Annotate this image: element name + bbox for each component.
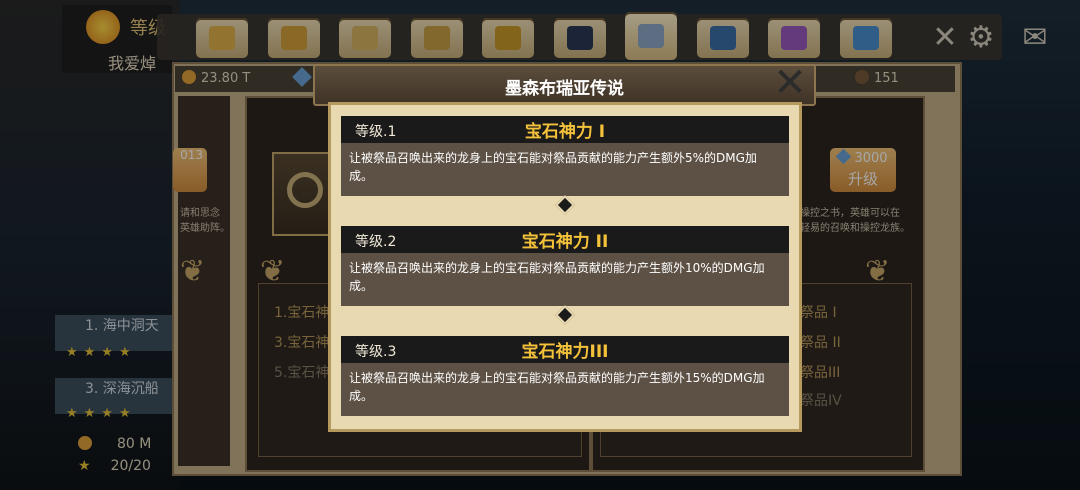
skill-entry-1: 等级.1 宝石神力 I 让被祭品召唤出来的龙身上的宝石能对祭品贡献的能力产生额外… bbox=[341, 116, 789, 196]
separator-arrow-icon bbox=[555, 305, 575, 325]
dialog-title: 墨森布瑞亚传说 bbox=[505, 79, 624, 99]
skill-description: 让被祭品召唤出来的龙身上的宝石能对祭品贡献的能力产生额外15%的DMG加成。 bbox=[349, 371, 765, 403]
dialog-close-button[interactable]: ✕ bbox=[772, 63, 808, 103]
skill-description: 让被祭品召唤出来的龙身上的宝石能对祭品贡献的能力产生额外10%的DMG加成。 bbox=[349, 261, 765, 293]
skill-entry-2: 等级.2 宝石神力 II 让被祭品召唤出来的龙身上的宝石能对祭品贡献的能力产生额… bbox=[341, 226, 789, 306]
skill-name: 宝石神力 I bbox=[524, 122, 606, 142]
skill-name: 宝石神力 II bbox=[521, 232, 609, 252]
skill-name: 宝石神力III bbox=[521, 342, 609, 362]
skill-body: 让被祭品召唤出来的龙身上的宝石能对祭品贡献的能力产生额外10%的DMG加成。 bbox=[341, 253, 789, 306]
skill-body: 让被祭品召唤出来的龙身上的宝石能对祭品贡献的能力产生额外15%的DMG加成。 bbox=[341, 363, 789, 416]
skill-description: 让被祭品召唤出来的龙身上的宝石能对祭品贡献的能力产生额外5%的DMG加成。 bbox=[349, 151, 757, 183]
separator-arrow-icon bbox=[555, 195, 575, 215]
skill-body: 让被祭品召唤出来的龙身上的宝石能对祭品贡献的能力产生额外5%的DMG加成。 bbox=[341, 143, 789, 196]
skill-entry-3: 等级.3 宝石神力III 让被祭品召唤出来的龙身上的宝石能对祭品贡献的能力产生额… bbox=[341, 336, 789, 416]
